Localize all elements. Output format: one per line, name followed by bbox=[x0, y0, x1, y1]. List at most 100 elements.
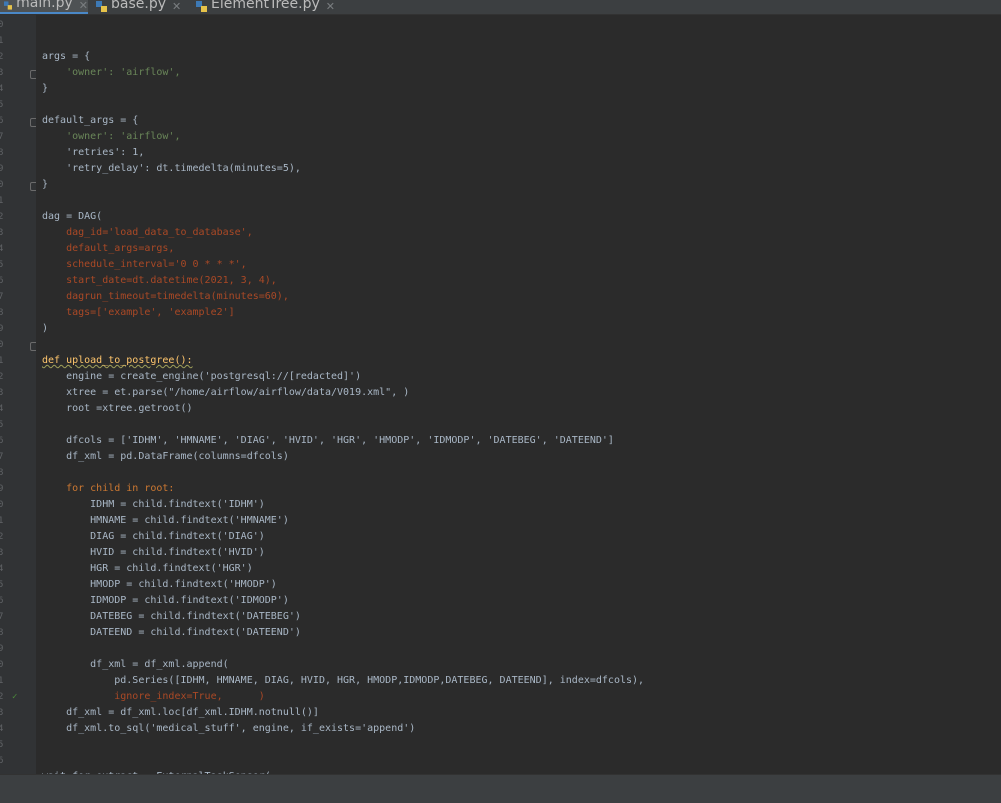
line-number: 8 bbox=[0, 148, 4, 158]
line-number: 9 bbox=[0, 644, 4, 654]
code-line: start_date=dt.datetime(2021, 3, 4), bbox=[42, 273, 277, 289]
line-number: 4 bbox=[0, 404, 4, 414]
check-icon: ✓ bbox=[12, 692, 18, 702]
code-line: def upload_to_postgree(): bbox=[42, 353, 193, 369]
line-number: 5 bbox=[0, 740, 4, 750]
tab-label: main.py bbox=[16, 0, 73, 11]
code-line: IDHM = child.findtext('IDHM') bbox=[42, 497, 265, 513]
code-line: HMNAME = child.findtext('HMNAME') bbox=[42, 513, 289, 529]
code-line: } bbox=[42, 81, 48, 97]
code-line: pd.Series([IDHM, HMNAME, DIAG, HVID, HGR… bbox=[42, 673, 644, 689]
tab-label: base.py bbox=[111, 0, 166, 12]
code-text: 'retry_delay': dt.timedelta(minutes=5), bbox=[42, 163, 301, 174]
code-line: HMODP = child.findtext('HMODP') bbox=[42, 577, 277, 593]
code-text: ) bbox=[42, 323, 49, 334]
code-line: } bbox=[42, 177, 48, 193]
code-line: IDMODP = child.findtext('IDMODP') bbox=[42, 593, 289, 609]
code-line: df_xml = df_xml.loc[df_xml.IDHM.notnull(… bbox=[42, 705, 319, 721]
tab-base-py[interactable]: base.py ✕ bbox=[92, 0, 186, 14]
line-number: 2 bbox=[0, 52, 4, 62]
line-number: 0 bbox=[0, 180, 4, 190]
code-line: ) bbox=[42, 321, 48, 337]
tab-main-py[interactable]: main.py ✕ bbox=[0, 0, 88, 14]
line-number: 7 bbox=[0, 292, 4, 302]
line-number: 7 bbox=[0, 132, 4, 142]
close-icon[interactable]: ✕ bbox=[172, 0, 181, 13]
code-text: start_date=dt.datetime(2021, 3, 4), bbox=[42, 275, 277, 286]
status-bar bbox=[0, 774, 1001, 803]
code-text: IDMODP = child.findtext('IDMODP') bbox=[42, 595, 289, 606]
code-line: args = { bbox=[42, 49, 90, 65]
line-number: 2 bbox=[0, 692, 4, 702]
code-text: args = { bbox=[42, 51, 91, 62]
line-number: 8 bbox=[0, 468, 4, 478]
line-number: 2 bbox=[0, 212, 4, 222]
code-text: for child in root: bbox=[42, 483, 175, 494]
code-line: DATEEND = child.findtext('DATEEND') bbox=[42, 625, 301, 641]
close-icon[interactable]: ✕ bbox=[79, 0, 88, 12]
code-text: HVID = child.findtext('HVID') bbox=[42, 547, 265, 558]
line-number: 2 bbox=[0, 532, 4, 542]
code-text: } bbox=[42, 179, 49, 190]
code-text: dag = DAG( bbox=[42, 211, 103, 222]
code-text: xtree = et.parse("/home/airflow/airflow/… bbox=[42, 387, 410, 398]
code-text: schedule_interval='0 0 * * *', bbox=[42, 259, 247, 270]
code-line: DIAG = child.findtext('DIAG') bbox=[42, 529, 265, 545]
line-number: 9 bbox=[0, 324, 4, 334]
code-line: 'retry_delay': dt.timedelta(minutes=5), bbox=[42, 161, 301, 177]
line-number: 3 bbox=[0, 388, 4, 398]
line-number: 1 bbox=[0, 676, 4, 686]
code-text: 'retries': 1, bbox=[42, 147, 145, 158]
close-icon[interactable]: ✕ bbox=[326, 0, 335, 13]
editor-tab-bar: main.py ✕ base.py ✕ ElementTree.py ✕ bbox=[0, 0, 1001, 15]
line-number: 3 bbox=[0, 68, 4, 78]
code-text: dag_id='load_data_to_database', bbox=[42, 227, 253, 238]
code-text: df_xml = pd.DataFrame(columns=dfcols) bbox=[42, 451, 289, 462]
line-number: 1 bbox=[0, 356, 4, 366]
line-number: 6 bbox=[0, 756, 4, 766]
code-text: ignore_index=True, ) bbox=[42, 691, 265, 702]
code-line: df_xml = pd.DataFrame(columns=dfcols) bbox=[42, 449, 289, 465]
code-line: df_xml = df_xml.append( bbox=[42, 657, 229, 673]
code-text: tags=['example', 'example2'] bbox=[42, 307, 235, 318]
line-number: 6 bbox=[0, 436, 4, 446]
code-text: df_xml = df_xml.append( bbox=[42, 659, 229, 670]
line-number: 4 bbox=[0, 84, 4, 94]
code-text: engine = create_engine('postgresql://[re… bbox=[42, 371, 362, 382]
code-line: dagrun_timeout=timedelta(minutes=60), bbox=[42, 289, 289, 305]
line-number: 5 bbox=[0, 580, 4, 590]
line-number: 5 bbox=[0, 260, 4, 270]
code-line: DATEBEG = child.findtext('DATEBEG') bbox=[42, 609, 301, 625]
line-number: 1 bbox=[0, 36, 4, 46]
code-text: dfcols = ['IDHM', 'HMNAME', 'DIAG', 'HVI… bbox=[42, 435, 614, 446]
line-number: 9 bbox=[0, 484, 4, 494]
code-line: ignore_index=True, ) bbox=[42, 689, 265, 705]
tab-label: ElementTree.py bbox=[211, 0, 320, 12]
code-line: 'owner': 'airflow', bbox=[42, 65, 180, 81]
line-number: 1 bbox=[0, 516, 4, 526]
code-line: xtree = et.parse("/home/airflow/airflow/… bbox=[42, 385, 409, 401]
code-line: tags=['example', 'example2'] bbox=[42, 305, 235, 321]
line-number: 7 bbox=[0, 452, 4, 462]
line-number: 7 bbox=[0, 612, 4, 622]
line-number: 8 bbox=[0, 308, 4, 318]
python-file-icon bbox=[96, 0, 107, 12]
code-editor[interactable]: args = { 'owner': 'airflow', } default_a… bbox=[36, 15, 1001, 782]
code-text: default_args = { bbox=[42, 115, 139, 126]
code-text: dagrun_timeout=timedelta(minutes=60), bbox=[42, 291, 289, 302]
python-file-icon bbox=[196, 0, 207, 12]
code-text: default_args=args, bbox=[42, 243, 175, 254]
code-text: 'owner': 'airflow', bbox=[42, 67, 181, 78]
tab-elementtree-py[interactable]: ElementTree.py ✕ bbox=[192, 0, 338, 14]
code-text: DATEEND = child.findtext('DATEEND') bbox=[42, 627, 301, 638]
line-number: 0 bbox=[0, 500, 4, 510]
code-line: root =xtree.getroot() bbox=[42, 401, 193, 417]
code-text: root =xtree.getroot() bbox=[42, 403, 193, 414]
code-text: pd.Series([IDHM, HMNAME, DIAG, HVID, HGR… bbox=[42, 675, 645, 686]
code-text: DIAG = child.findtext('DIAG') bbox=[42, 531, 265, 542]
line-number: 3 bbox=[0, 548, 4, 558]
line-number: 6 bbox=[0, 276, 4, 286]
code-line: schedule_interval='0 0 * * *', bbox=[42, 257, 247, 273]
code-text: df_xml.to_sql('medical_stuff', engine, i… bbox=[42, 723, 416, 734]
code-line: df_xml.to_sql('medical_stuff', engine, i… bbox=[42, 721, 415, 737]
